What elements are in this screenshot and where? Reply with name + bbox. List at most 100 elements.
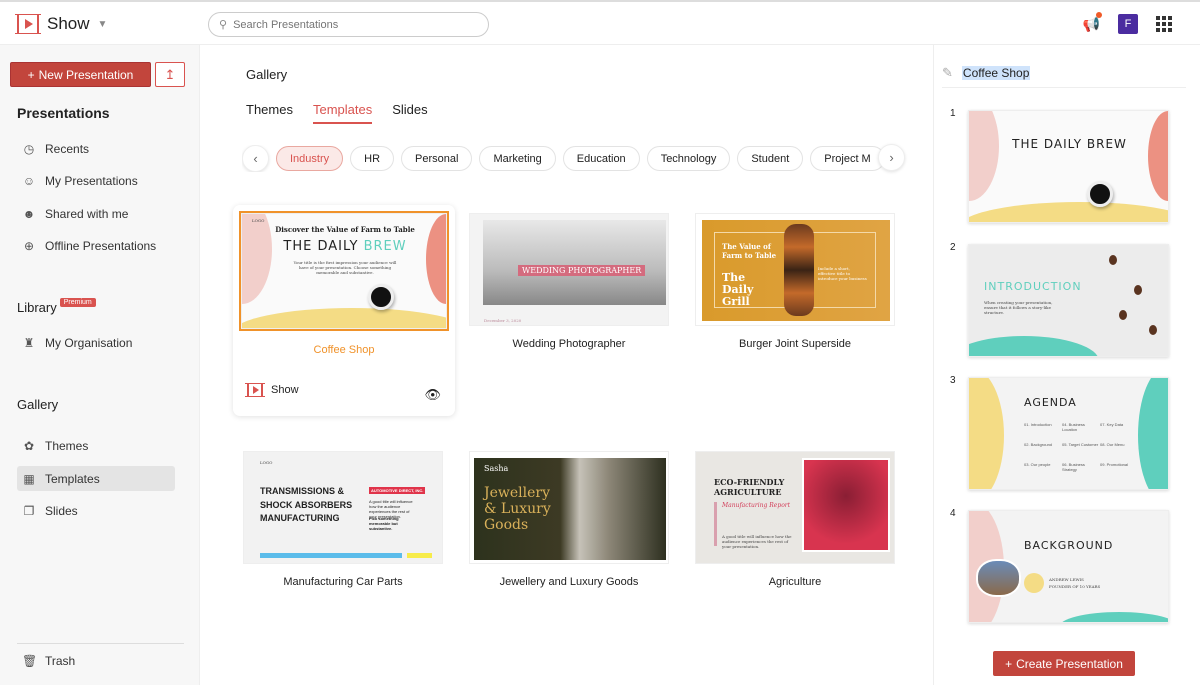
chip-technology[interactable]: Technology	[646, 146, 731, 171]
slide-thumbnail[interactable]: INTRODUCTION When creating your presenta…	[968, 244, 1169, 357]
template-card-jewellery[interactable]: Sasha Jewellery & Luxury Goods Jewellery…	[469, 451, 669, 588]
sidebar-item-themes[interactable]: ✿ Themes	[17, 433, 175, 458]
sidebar-item-recents[interactable]: ◷ Recents	[17, 136, 175, 161]
chevron-down-icon[interactable]: ▼	[98, 19, 108, 30]
sidebar-item-label: Templates	[45, 471, 100, 486]
create-presentation-button[interactable]: + Create Presentation	[993, 651, 1135, 676]
sidebar-item-templates[interactable]: ▦ Templates	[17, 466, 175, 491]
thumb-body: Your title is the first impression your …	[293, 260, 397, 275]
sidebar-item-my-presentations[interactable]: ☺ My Presentations	[17, 168, 175, 193]
tab-templates[interactable]: Templates	[312, 102, 373, 124]
presentations-heading: Presentations	[17, 105, 110, 121]
chip-personal[interactable]: Personal	[401, 146, 473, 171]
template-card-agriculture[interactable]: ECO-FRIENDLY AGRICULTURE Manufacturing R…	[695, 451, 895, 588]
sidebar-item-offline[interactable]: ⊕ Offline Presentations	[17, 233, 175, 258]
upload-icon: ↥	[164, 66, 176, 82]
slide-thumbnail[interactable]: BACKGROUND ANDREW LEWIS FOUNDER OF 10 YE…	[968, 510, 1169, 623]
palette-icon: ✿	[23, 438, 35, 453]
chip-marketing[interactable]: Marketing	[479, 146, 556, 171]
chip-hr[interactable]: HR	[350, 146, 395, 171]
eye-icon[interactable]: 👁	[424, 387, 441, 403]
template-name: Coffee Shop	[313, 344, 375, 356]
thumb-title-accent: BREW	[363, 239, 407, 254]
template-thumbnail[interactable]: ECO-FRIENDLY AGRICULTURE Manufacturing R…	[695, 451, 895, 564]
slide-number: 1	[950, 108, 956, 119]
search-icon: ⚲	[219, 19, 228, 31]
templates-icon: ▦	[23, 471, 35, 486]
agenda-item: 05. Target Customer	[1062, 442, 1099, 447]
upload-button[interactable]: ↥	[155, 62, 185, 87]
avatar[interactable]: F	[1118, 14, 1138, 34]
person-role: FOUNDER OF 10 YEARS	[1049, 584, 1101, 589]
page-title: Gallery	[246, 67, 288, 82]
thumb-logo: LOGO	[260, 460, 273, 465]
user-circle-icon: ☺	[22, 173, 36, 188]
template-card-burger[interactable]: The Value of Farm to Table The Daily Gri…	[695, 213, 895, 350]
chip-project-m[interactable]: Project M	[810, 146, 885, 171]
sidebar-item-label: Trash	[45, 653, 76, 668]
announcement-icon[interactable]: 📢	[1083, 11, 1102, 33]
chip-industry[interactable]: Industry	[276, 146, 344, 171]
category-chips: ‹ Industry HR Personal Marketing Educati…	[242, 145, 907, 172]
sidebar-item-label: Shared with me	[45, 206, 129, 221]
chevron-left-icon[interactable]: ‹	[242, 145, 269, 172]
agenda-item: 08. Our Menu	[1100, 442, 1125, 447]
thumb-title: ECO-FRIENDLY AGRICULTURE	[714, 477, 785, 498]
thumb-title: TRANSMISSIONS & SHOCK ABSORBERS MANUFACT…	[260, 486, 353, 523]
sidebar-item-trash[interactable]: 🗑 Trash	[17, 648, 175, 673]
chip-student[interactable]: Student	[737, 146, 804, 171]
agenda-item: 04. Business Location	[1062, 422, 1085, 432]
template-thumbnail[interactable]: WEDDING PHOTOGRAPHER December 3, 2020	[469, 213, 669, 326]
template-card-manufacturing[interactable]: LOGO TRANSMISSIONS & SHOCK ABSORBERS MAN…	[243, 451, 443, 588]
app-logo[interactable]: Show ▼	[15, 14, 108, 34]
chip-education[interactable]: Education	[562, 146, 640, 171]
sidebar: + New Presentation ↥ Presentations ◷ Recen…	[0, 45, 200, 685]
pencil-icon[interactable]: ✎	[942, 65, 953, 81]
tab-themes[interactable]: Themes	[246, 102, 293, 124]
thumb-body: A good title will influence how the audi…	[722, 534, 792, 549]
create-presentation-label: Create Presentation	[1016, 656, 1123, 671]
bull-image	[802, 458, 890, 552]
template-card-wedding[interactable]: WEDDING PHOTOGRAPHER December 3, 2020 We…	[469, 213, 669, 350]
chevron-right-icon[interactable]: ›	[878, 144, 905, 171]
burger-image	[784, 224, 814, 316]
template-thumbnail[interactable]: Sasha Jewellery & Luxury Goods	[469, 451, 669, 564]
coffee-cup-image	[368, 284, 394, 310]
template-thumbnail[interactable]: The Value of Farm to Table The Daily Gri…	[695, 213, 895, 326]
apps-grid-icon[interactable]	[1156, 16, 1172, 32]
template-thumbnail[interactable]: LOGO Discover the Value of Farm to Table…	[239, 211, 449, 331]
show-logo-icon	[245, 383, 265, 397]
slide-thumbnail[interactable]: AGENDA 01. Introduction 02. Background 03.…	[968, 377, 1169, 490]
template-name: Agriculture	[768, 576, 822, 588]
thumb-body: Include a short, effective title to intr…	[818, 266, 867, 281]
template-title[interactable]: Coffee Shop	[961, 66, 1031, 80]
sidebar-item-my-organisation[interactable]: ♜ My Organisation	[17, 330, 175, 355]
slide-thumbnail[interactable]: THE DAILY BREW	[968, 110, 1169, 223]
sidebar-item-label: My Organisation	[45, 335, 133, 350]
person-photo	[976, 559, 1021, 597]
thumb-kicker: Discover the Value of Farm to Table	[275, 225, 415, 234]
template-name: Wedding Photographer	[512, 338, 626, 350]
new-presentation-button[interactable]: + New Presentation	[10, 62, 151, 87]
sidebar-item-label: Themes	[45, 438, 89, 453]
thumb-logo: LOGO	[252, 218, 265, 223]
tab-slides[interactable]: Slides	[392, 102, 427, 124]
search-box[interactable]: ⚲	[208, 12, 489, 37]
thumb-date: December 3, 2020	[484, 318, 522, 323]
thumb-brand: Sasha	[484, 464, 509, 473]
search-input[interactable]	[233, 18, 464, 31]
template-card-coffee-shop[interactable]: LOGO Discover the Value of Farm to Table…	[233, 205, 455, 416]
sidebar-item-label: Offline Presentations	[45, 238, 157, 253]
person-name: ANDREW LEWIS	[1049, 577, 1084, 582]
thumb-bold: Pick something memorable but substantive…	[369, 516, 399, 531]
template-brand: Show	[271, 384, 299, 396]
divider	[17, 643, 184, 644]
sidebar-item-shared-with-me[interactable]: ☻ Shared with me	[17, 201, 175, 226]
agenda-item: 07. Key Data	[1100, 422, 1124, 427]
sidebar-item-slides[interactable]: ❐ Slides	[17, 498, 175, 523]
agenda-item: 09. Promotional	[1100, 462, 1129, 467]
slide-number: 3	[950, 375, 956, 386]
template-thumbnail[interactable]: LOGO TRANSMISSIONS & SHOCK ABSORBERS MAN…	[243, 451, 443, 564]
plus-icon: +	[27, 67, 35, 82]
template-name: Manufacturing Car Parts	[283, 576, 403, 588]
